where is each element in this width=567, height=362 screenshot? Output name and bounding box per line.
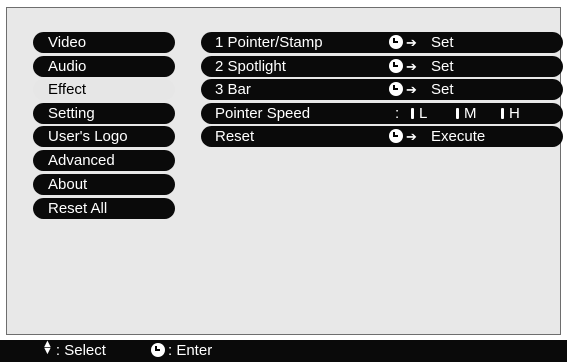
menu-item-video[interactable]: Video — [33, 32, 175, 53]
row-label: 3 Bar — [215, 81, 251, 98]
arrow-right-icon: ➔ — [406, 82, 417, 97]
row-reset[interactable]: Reset ➔ Execute — [201, 126, 563, 147]
menu-item-users-logo[interactable]: User's Logo — [33, 126, 175, 147]
up-down-arrows-icon: ▲ ▼ — [42, 338, 53, 357]
set-action[interactable]: ➔ — [389, 32, 417, 53]
select-hint-label: : Select — [55, 342, 106, 359]
enter-icon — [389, 59, 403, 73]
arrow-right-icon: ➔ — [406, 35, 417, 50]
option-marker-icon — [501, 108, 504, 119]
execute-action[interactable]: ➔ — [389, 126, 417, 147]
enter-icon — [389, 129, 403, 143]
set-action[interactable]: ➔ — [389, 56, 417, 77]
menu-item-label: Effect — [48, 81, 87, 98]
row-label: 1 Pointer/Stamp — [215, 34, 323, 51]
menu-item-reset-all[interactable]: Reset All — [33, 198, 175, 219]
set-action[interactable]: ➔ — [389, 79, 417, 100]
menu-item-label: About — [48, 176, 88, 193]
enter-icon — [151, 343, 165, 357]
row-label: 2 Spotlight — [215, 58, 286, 75]
menu-item-label: Setting — [48, 105, 95, 122]
speed-option-medium[interactable]: M — [456, 103, 477, 124]
action-label: Set — [431, 34, 454, 51]
enter-icon — [389, 35, 403, 49]
menu-item-label: User's Logo — [48, 128, 128, 145]
speed-option-label: M — [464, 105, 477, 122]
row-pointer-stamp[interactable]: 1 Pointer/Stamp ➔ Set — [201, 32, 563, 53]
option-marker-icon — [411, 108, 414, 119]
menu-item-label: Audio — [48, 58, 87, 75]
select-hint: ▲ ▼: Select — [42, 338, 106, 362]
enter-icon — [389, 82, 403, 96]
speed-separator: : — [395, 105, 400, 122]
enter-hint-label: : Enter — [168, 342, 213, 359]
option-marker-icon — [456, 108, 459, 119]
action-label: Set — [431, 81, 454, 98]
menu-item-label: Video — [48, 34, 87, 51]
menu-item-effect[interactable]: Effect — [33, 79, 175, 100]
row-spotlight[interactable]: 2 Spotlight ➔ Set — [201, 56, 563, 77]
menu-item-advanced[interactable]: Advanced — [33, 150, 175, 171]
menu-item-setting[interactable]: Setting — [33, 103, 175, 124]
row-label: Reset — [215, 128, 255, 145]
menu-item-about[interactable]: About — [33, 174, 175, 195]
row-bar[interactable]: 3 Bar ➔ Set — [201, 79, 563, 100]
arrow-right-icon: ➔ — [406, 129, 417, 144]
menu-item-label: Advanced — [48, 152, 115, 169]
speed-option-label: H — [509, 105, 520, 122]
action-label: Set — [431, 58, 454, 75]
speed-option-low[interactable]: L — [411, 103, 427, 124]
arrow-right-icon: ➔ — [406, 59, 417, 74]
speed-option-high[interactable]: H — [501, 103, 520, 124]
menu-item-label: Reset All — [48, 200, 108, 217]
row-pointer-speed[interactable]: Pointer Speed : L M H — [201, 103, 563, 124]
enter-hint: : Enter — [151, 340, 212, 362]
osd-screen: Video Audio Effect Setting User's Logo A… — [0, 0, 567, 362]
speed-option-label: L — [419, 105, 428, 122]
action-label: Execute — [431, 128, 486, 145]
help-bar: ▲ ▼: Select : Enter — [0, 338, 567, 362]
menu-item-audio[interactable]: Audio — [33, 56, 175, 77]
row-label: Pointer Speed — [215, 105, 311, 122]
